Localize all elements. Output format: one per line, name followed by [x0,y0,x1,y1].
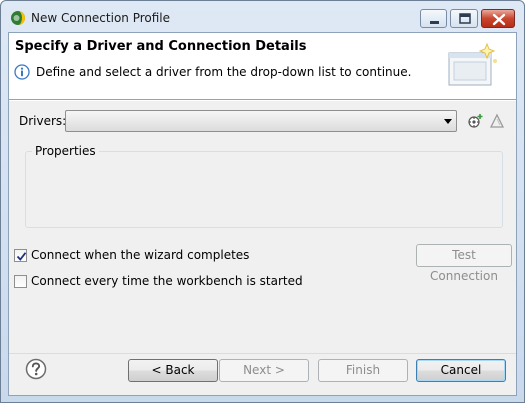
cancel-button[interactable]: Cancel [416,359,506,382]
wizard-banner: Specify a Driver and Connection Details … [9,33,516,99]
minimize-icon [430,21,439,24]
test-connection-button[interactable]: Test Connection [416,244,512,283]
maximize-icon [459,13,471,24]
wizard-page-title: Specify a Driver and Connection Details [15,39,307,54]
info-icon [14,64,30,80]
wizard-banner-icon [445,41,499,91]
drivers-label: Drivers: [19,114,67,128]
footer-divider [9,353,516,354]
connect-on-startup-label[interactable]: Connect every time the workbench is star… [31,274,303,288]
back-button[interactable]: < Back [128,359,218,382]
wizard-page-description: Define and select a driver from the drop… [36,65,412,79]
properties-group: Properties [25,144,503,228]
finish-button[interactable]: Finish [318,359,408,382]
next-button[interactable]: Next > [219,359,309,382]
edit-driver-icon[interactable] [489,113,505,129]
checkmark-icon [16,252,27,261]
minimize-button[interactable] [420,9,447,28]
title-bar[interactable]: New Connection Profile [1,1,524,32]
new-driver-icon[interactable] [467,113,483,129]
dropdown-arrow-icon [444,119,452,124]
properties-legend: Properties [32,144,99,158]
connect-on-finish-checkbox[interactable] [14,249,27,262]
connect-on-finish-label[interactable]: Connect when the wizard completes [31,248,249,262]
help-icon[interactable] [25,358,47,380]
dialog-window: New Connection Profile Specify a Driver … [0,0,525,403]
window-title: New Connection Profile [31,11,171,25]
drivers-dropdown[interactable] [65,110,457,132]
banner-divider [9,99,516,101]
close-button[interactable] [481,9,515,28]
connect-on-startup-checkbox[interactable] [14,275,27,288]
dialog-client-area: Specify a Driver and Connection Details … [8,32,517,396]
eclipse-datatools-icon [10,10,26,26]
maximize-button[interactable] [450,9,478,28]
close-icon [492,13,506,26]
